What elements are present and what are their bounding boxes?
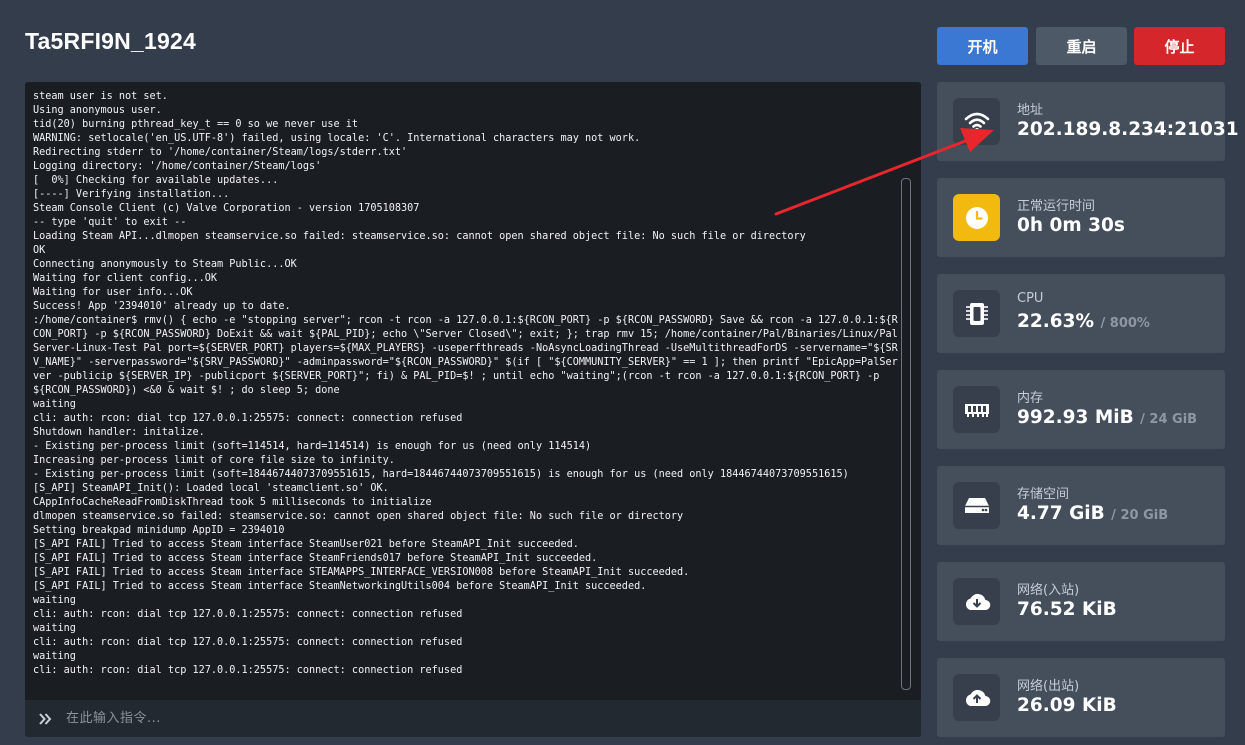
storage-value: 4.77 GiB xyxy=(1017,503,1105,524)
cpu-limit: / 800% xyxy=(1100,316,1150,331)
uptime-label: 正常运行时间 xyxy=(1017,199,1096,214)
memory-value-group: 992.93 MiB / 24 GiB xyxy=(1017,407,1197,428)
restart-button[interactable]: 重启 xyxy=(1036,27,1127,65)
network-in-value: 76.52 KiB xyxy=(1017,599,1117,620)
network-out-label: 网络(出站) xyxy=(1017,679,1080,694)
command-input[interactable] xyxy=(64,704,888,733)
memory-label: 内存 xyxy=(1017,391,1044,406)
cpu-value-group: 22.63% / 800% xyxy=(1017,311,1150,332)
memory-limit: / 24 GiB xyxy=(1140,412,1198,427)
cpu-label: CPU xyxy=(1017,291,1044,306)
console-panel: steam user is not set. Using anonymous u… xyxy=(25,82,921,737)
server-title: Ta5RFI9N_1924 xyxy=(25,28,196,54)
stat-card-network-in: 网络(入站) 76.52 KiB xyxy=(937,562,1225,641)
double-chevron-right-icon xyxy=(39,712,53,726)
command-bar xyxy=(25,700,921,737)
network-out-value: 26.09 KiB xyxy=(1017,695,1117,716)
cloud-download-icon xyxy=(953,578,1000,625)
storage-limit: / 20 GiB xyxy=(1111,508,1169,523)
clock-icon xyxy=(953,194,1000,241)
address-label: 地址 xyxy=(1017,103,1044,118)
console-log: steam user is not set. Using anonymous u… xyxy=(33,91,898,676)
cpu-value: 22.63% xyxy=(1017,311,1095,332)
cloud-upload-icon xyxy=(953,674,1000,721)
console-scrollbar[interactable] xyxy=(901,178,911,690)
stat-card-cpu: CPU 22.63% / 800% xyxy=(937,274,1225,353)
hard-drive-icon xyxy=(953,482,1000,529)
uptime-value: 0h 0m 30s xyxy=(1017,215,1125,236)
stat-card-address: 地址 202.189.8.234:21031 xyxy=(937,82,1239,161)
wifi-icon xyxy=(953,98,1000,145)
stat-card-uptime: 正常运行时间 0h 0m 30s xyxy=(937,178,1225,257)
stat-card-network-out: 网络(出站) 26.09 KiB xyxy=(937,658,1225,737)
cpu-chip-icon xyxy=(953,290,1000,337)
stat-card-memory: 内存 992.93 MiB / 24 GiB xyxy=(937,370,1225,449)
memory-value: 992.93 MiB xyxy=(1017,407,1134,428)
network-in-label: 网络(入站) xyxy=(1017,583,1080,598)
storage-value-group: 4.77 GiB / 20 GiB xyxy=(1017,503,1168,524)
memory-icon xyxy=(953,386,1000,433)
start-button[interactable]: 开机 xyxy=(937,27,1028,65)
stop-button[interactable]: 停止 xyxy=(1134,27,1225,65)
address-value: 202.189.8.234:21031 xyxy=(1017,119,1239,140)
storage-label: 存储空间 xyxy=(1017,487,1070,502)
stat-card-storage: 存储空间 4.77 GiB / 20 GiB xyxy=(937,466,1225,545)
